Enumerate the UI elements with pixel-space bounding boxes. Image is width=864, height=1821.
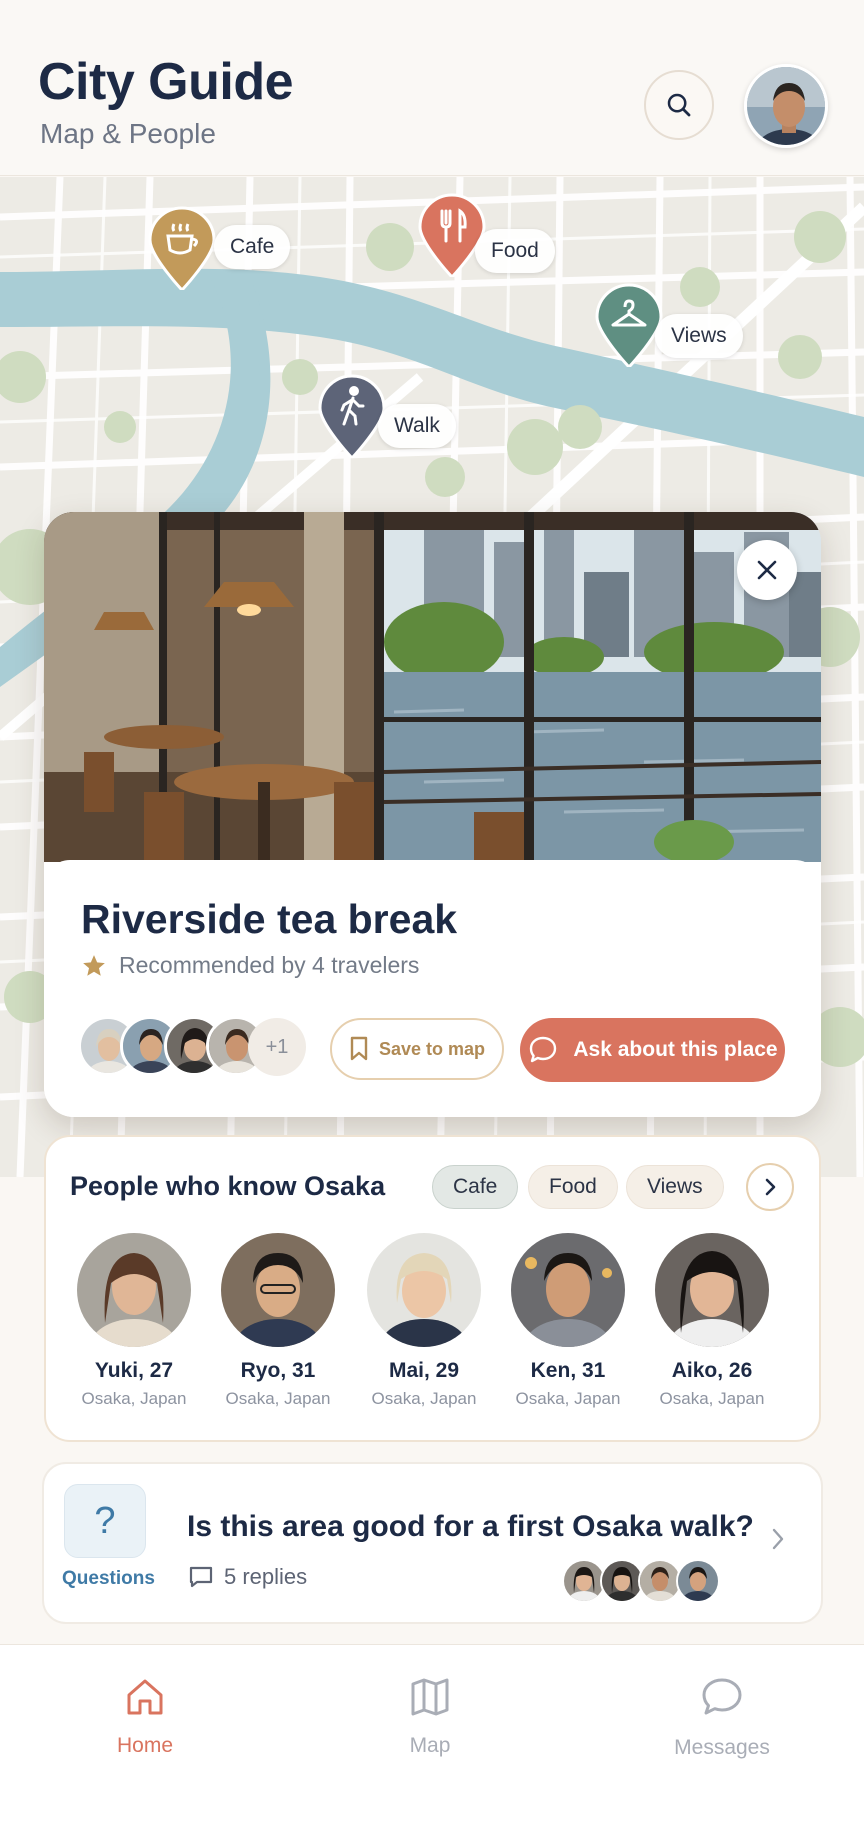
person-name: Ken, 31 — [530, 1359, 606, 1382]
comment-icon — [189, 1566, 213, 1588]
person-photo — [655, 1233, 769, 1347]
traveler-avatars[interactable]: +1 — [78, 1016, 308, 1078]
person-location: Osaka, Japan — [371, 1389, 477, 1408]
app-header: City Guide Map & People — [0, 0, 864, 176]
search-icon — [667, 93, 691, 117]
profile-avatar[interactable] — [744, 64, 828, 148]
filter-chip-views[interactable]: Views — [626, 1165, 724, 1209]
map-icon — [411, 1678, 449, 1716]
person-card[interactable]: Aiko, 26 Osaka, Japan — [642, 1233, 782, 1409]
map-pin-food[interactable] — [418, 193, 486, 282]
person-name: Aiko, 26 — [671, 1359, 753, 1382]
tab-messages-label: Messages — [674, 1736, 770, 1759]
save-to-map-button[interactable]: Save to map — [330, 1018, 504, 1080]
reply-avatars — [562, 1559, 722, 1605]
person-photo — [221, 1233, 335, 1347]
person-card[interactable]: Yuki, 27 Osaka, Japan — [64, 1233, 204, 1409]
place-title: Riverside tea break — [81, 896, 458, 942]
place-card[interactable]: Riverside tea break Recommended by 4 tra… — [44, 512, 821, 1117]
person-photo — [367, 1233, 481, 1347]
extra-travelers-count: +1 — [248, 1018, 306, 1076]
person-card[interactable]: Ken, 31 Osaka, Japan — [498, 1233, 638, 1409]
ask-about-place-label: Ask about this place — [573, 1038, 778, 1061]
filter-chip-cafe[interactable]: Cafe — [432, 1165, 519, 1209]
app-title: City Guide — [38, 53, 294, 111]
chevron-right-icon — [772, 1528, 784, 1550]
person-name: Mai, 29 — [388, 1359, 460, 1382]
ask-about-place-button[interactable]: Ask about this place — [520, 1018, 785, 1082]
person-location: Osaka, Japan — [659, 1389, 765, 1408]
bottom-tab-bar: Home Map Messages — [0, 1644, 864, 1821]
chevron-right-icon — [765, 1178, 776, 1196]
app-subtitle: Map & People — [40, 118, 216, 149]
question-card[interactable]: ? Questions Is this area good for a firs… — [42, 1462, 823, 1624]
home-icon — [127, 1679, 163, 1715]
filter-chip-food[interactable]: Food — [528, 1165, 618, 1209]
person-photo — [77, 1233, 191, 1347]
question-icon: ? — [64, 1484, 146, 1558]
person-card[interactable]: Mai, 29 Osaka, Japan — [354, 1233, 494, 1409]
person-photo — [511, 1233, 625, 1347]
map-pin-cafe[interactable] — [148, 206, 216, 295]
map-pin-label: Walk — [378, 404, 456, 448]
place-details: Riverside tea break Recommended by 4 tra… — [44, 860, 821, 1117]
close-button[interactable] — [737, 540, 797, 600]
tab-home[interactable]: Home — [65, 1675, 225, 1758]
map-pin-label: Cafe — [214, 225, 291, 269]
avatar — [676, 1559, 720, 1603]
map-pin-label: Views — [655, 314, 743, 358]
tab-home-label: Home — [116, 1734, 174, 1757]
recommendation-text: Recommended by 4 travelers — [119, 952, 420, 978]
search-button[interactable] — [644, 70, 714, 140]
people-section: People who know Osaka Cafe Food Views Yu… — [44, 1135, 821, 1442]
recommendation-row: Recommended by 4 travelers — [81, 952, 419, 979]
bookmark-icon — [350, 1036, 368, 1061]
people-section-title: People who know Osaka — [70, 1171, 386, 1201]
person-name: Yuki, 27 — [94, 1359, 174, 1382]
person-card[interactable]: Ryo, 31 Osaka, Japan — [208, 1233, 348, 1409]
person-name: Ryo, 31 — [240, 1359, 316, 1382]
tab-map[interactable]: Map — [350, 1675, 510, 1758]
question-replies: 5 replies — [188, 1564, 307, 1590]
question-title: Is this area good for a first Osaka walk… — [187, 1510, 754, 1543]
map-pin-walk[interactable] — [318, 374, 386, 463]
close-icon — [757, 560, 777, 580]
filter-next-button[interactable] — [746, 1163, 794, 1211]
person-location: Osaka, Japan — [515, 1389, 621, 1408]
questions-label: Questions — [62, 1568, 155, 1589]
chat-bubble-icon — [530, 1036, 557, 1063]
replies-count: 5 replies — [224, 1564, 308, 1589]
person-location: Osaka, Japan — [225, 1389, 331, 1408]
tab-messages[interactable]: Messages — [642, 1675, 802, 1760]
save-to-map-label: Save to map — [378, 1038, 486, 1059]
chat-bubble-icon — [702, 1678, 742, 1715]
tab-map-label: Map — [409, 1734, 451, 1757]
place-photo — [44, 512, 821, 864]
star-icon — [83, 954, 105, 976]
person-location: Osaka, Japan — [81, 1389, 187, 1408]
map-pin-label: Food — [475, 229, 555, 273]
map-pin-views[interactable] — [595, 283, 663, 372]
